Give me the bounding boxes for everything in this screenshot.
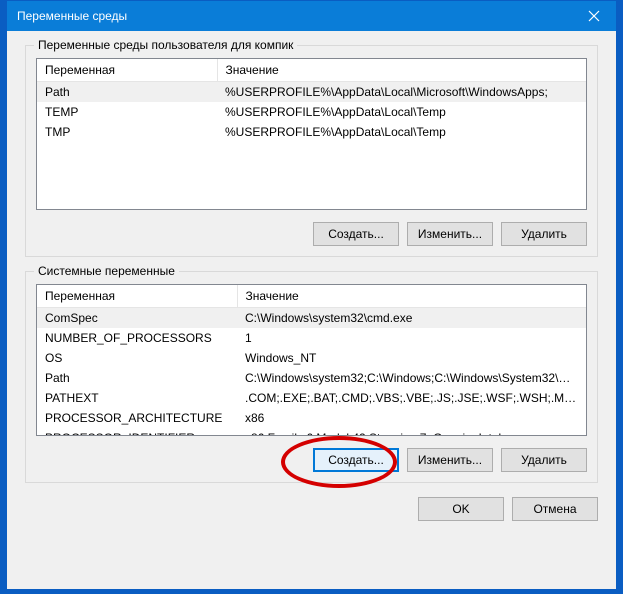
titlebar[interactable]: Переменные среды bbox=[7, 1, 616, 31]
sys-vars-group: Системные переменные Переменная Значение… bbox=[25, 271, 598, 483]
cell-val: 1 bbox=[237, 328, 586, 348]
cell-var: Path bbox=[37, 368, 237, 388]
cell-val: C:\Windows\system32;C:\Windows;C:\Window… bbox=[237, 368, 586, 388]
sys-edit-button[interactable]: Изменить... bbox=[407, 448, 493, 472]
user-edit-button[interactable]: Изменить... bbox=[407, 222, 493, 246]
cell-val: x86 Family 6 Model 42 Stepping 7, Genuin… bbox=[237, 428, 586, 436]
user-delete-button[interactable]: Удалить bbox=[501, 222, 587, 246]
cell-val: x86 bbox=[237, 408, 586, 428]
table-row[interactable]: Path C:\Windows\system32;C:\Windows;C:\W… bbox=[37, 368, 586, 388]
cell-var: Path bbox=[37, 82, 217, 103]
table-row[interactable]: TMP %USERPROFILE%\AppData\Local\Temp bbox=[37, 122, 586, 142]
dialog-content: Переменные среды пользователя для компик… bbox=[7, 31, 616, 589]
cell-var: NUMBER_OF_PROCESSORS bbox=[37, 328, 237, 348]
sys-btn-row: Создать... Изменить... Удалить bbox=[36, 448, 587, 472]
close-button[interactable] bbox=[571, 1, 616, 31]
user-vars-label: Переменные среды пользователя для компик bbox=[34, 38, 297, 52]
sys-delete-button[interactable]: Удалить bbox=[501, 448, 587, 472]
user-vars-group: Переменные среды пользователя для компик… bbox=[25, 45, 598, 257]
cell-val: .COM;.EXE;.BAT;.CMD;.VBS;.VBE;.JS;.JSE;.… bbox=[237, 388, 586, 408]
cell-var: PROCESSOR_IDENTIFIER bbox=[37, 428, 237, 436]
sys-new-button[interactable]: Создать... bbox=[313, 448, 399, 472]
dialog-btn-row: OK Отмена bbox=[25, 497, 598, 521]
cell-var: TEMP bbox=[37, 102, 217, 122]
window-title: Переменные среды bbox=[17, 9, 127, 23]
table-row[interactable]: Path %USERPROFILE%\AppData\Local\Microso… bbox=[37, 82, 586, 103]
table-row[interactable]: OS Windows_NT bbox=[37, 348, 586, 368]
cell-var: OS bbox=[37, 348, 237, 368]
cell-val: %USERPROFILE%\AppData\Local\Microsoft\Wi… bbox=[217, 82, 586, 103]
table-row[interactable]: TEMP %USERPROFILE%\AppData\Local\Temp bbox=[37, 102, 586, 122]
table-row[interactable]: NUMBER_OF_PROCESSORS 1 bbox=[37, 328, 586, 348]
cancel-button[interactable]: Отмена bbox=[512, 497, 598, 521]
col-header-value[interactable]: Значение bbox=[217, 59, 586, 82]
ok-button[interactable]: OK bbox=[418, 497, 504, 521]
cell-var: ComSpec bbox=[37, 308, 237, 329]
cell-var: PATHEXT bbox=[37, 388, 237, 408]
table-row[interactable]: PATHEXT .COM;.EXE;.BAT;.CMD;.VBS;.VBE;.J… bbox=[37, 388, 586, 408]
cell-val: C:\Windows\system32\cmd.exe bbox=[237, 308, 586, 329]
cell-val: %USERPROFILE%\AppData\Local\Temp bbox=[217, 102, 586, 122]
cell-var: PROCESSOR_ARCHITECTURE bbox=[37, 408, 237, 428]
user-vars-table[interactable]: Переменная Значение Path %USERPROFILE%\A… bbox=[36, 58, 587, 210]
col-header-variable[interactable]: Переменная bbox=[37, 285, 237, 308]
table-row[interactable]: PROCESSOR_IDENTIFIER x86 Family 6 Model … bbox=[37, 428, 586, 436]
close-icon bbox=[588, 10, 600, 22]
cell-val: %USERPROFILE%\AppData\Local\Temp bbox=[217, 122, 586, 142]
env-vars-dialog: Переменные среды Переменные среды пользо… bbox=[6, 0, 617, 590]
cell-var: TMP bbox=[37, 122, 217, 142]
sys-vars-label: Системные переменные bbox=[34, 264, 179, 278]
table-row[interactable]: PROCESSOR_ARCHITECTURE x86 bbox=[37, 408, 586, 428]
user-new-button[interactable]: Создать... bbox=[313, 222, 399, 246]
cell-val: Windows_NT bbox=[237, 348, 586, 368]
col-header-value[interactable]: Значение bbox=[237, 285, 586, 308]
sys-vars-table[interactable]: Переменная Значение ComSpec C:\Windows\s… bbox=[36, 284, 587, 436]
col-header-variable[interactable]: Переменная bbox=[37, 59, 217, 82]
user-btn-row: Создать... Изменить... Удалить bbox=[36, 222, 587, 246]
table-row[interactable]: ComSpec C:\Windows\system32\cmd.exe bbox=[37, 308, 586, 329]
